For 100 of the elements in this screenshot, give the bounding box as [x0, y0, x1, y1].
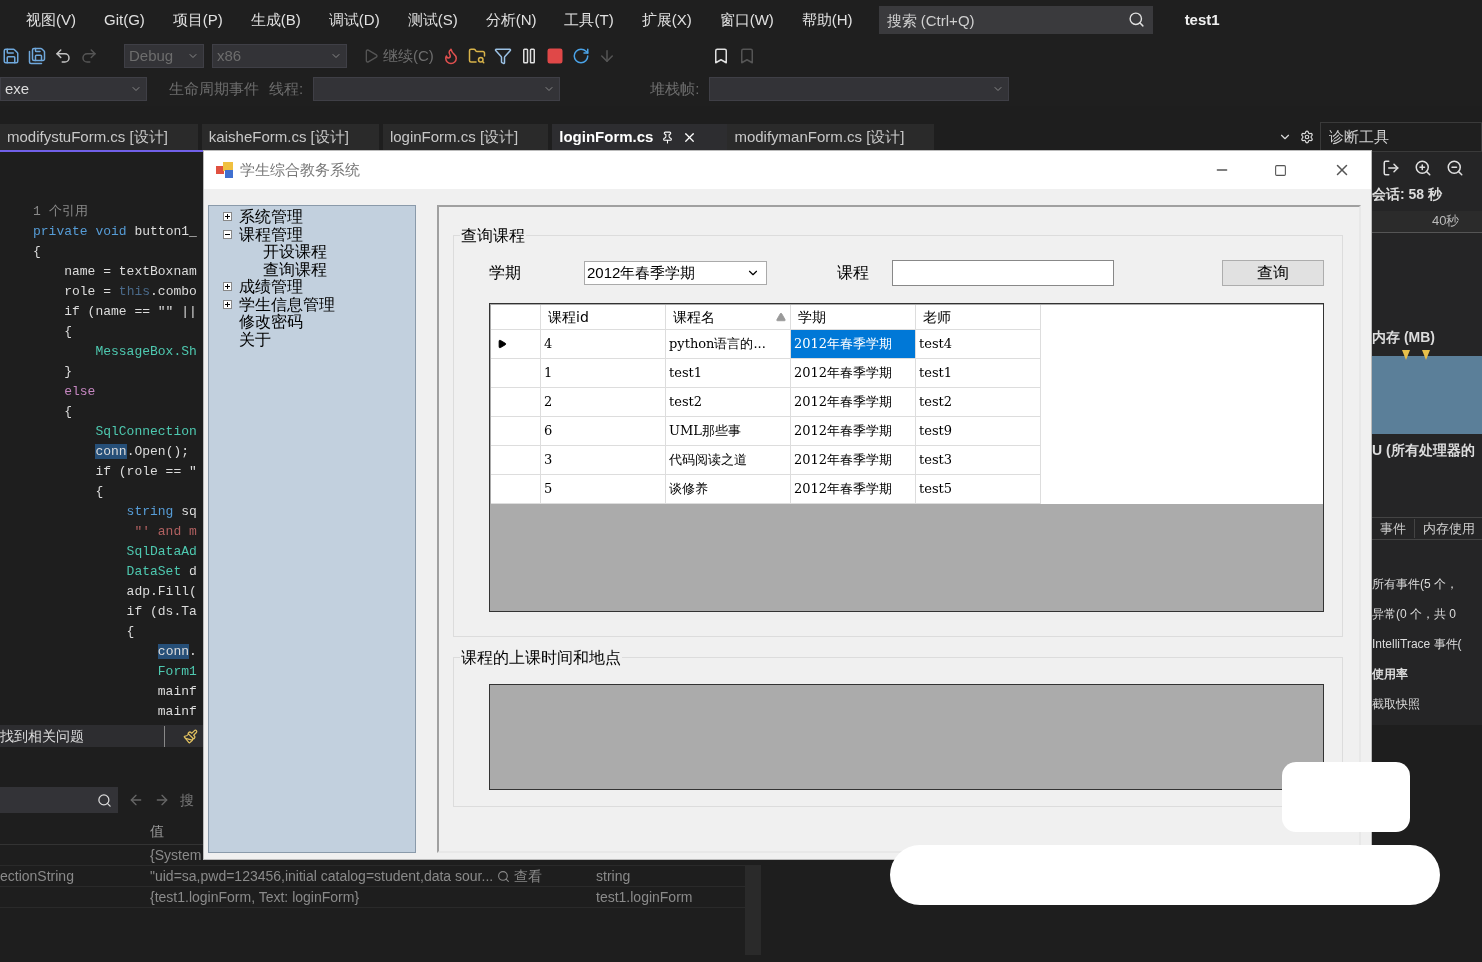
code-line: mainf	[156, 683, 197, 701]
search-icon[interactable]	[497, 869, 511, 883]
document-tab[interactable]: kaisheForm.cs [设计]	[201, 124, 379, 150]
tree-item[interactable]: 开设课程	[263, 243, 327, 260]
search-icon	[97, 792, 112, 808]
code-line: if (name == "" ||	[63, 303, 197, 321]
folder-search-icon[interactable]	[467, 47, 486, 65]
code-line: {	[63, 403, 72, 421]
code-line: Form1	[156, 663, 197, 681]
search-field[interactable]: 搜索 (Ctrl+Q)	[878, 6, 1153, 34]
term-dropdown[interactable]: 2012年春季学期	[584, 261, 767, 285]
view-link[interactable]: 查看	[514, 865, 543, 887]
menu-item[interactable]: 工具(T)	[564, 8, 614, 32]
save-icon[interactable]	[2, 47, 20, 65]
code-line: if (ds.Ta	[125, 603, 197, 621]
tree-item[interactable]: 系统管理	[239, 208, 303, 226]
table-cell[interactable]: 谈修养	[666, 475, 791, 504]
menu-item[interactable]: 调试(D)	[328, 8, 380, 32]
code-line: conn.Open();	[94, 443, 190, 461]
menu-item[interactable]: 帮助(H)	[801, 8, 853, 32]
maximize-icon[interactable]	[1274, 163, 1287, 177]
menu-item[interactable]: 扩展(X)	[641, 8, 692, 32]
document-tab[interactable]: loginForm.cs	[552, 124, 728, 150]
session-time: 会话: 58 秒	[1372, 184, 1442, 204]
broom-icon[interactable]	[183, 728, 198, 744]
code-line: SqlDataAd	[125, 543, 197, 561]
pin-icon[interactable]	[661, 130, 675, 144]
code-line: 1 个引用	[33, 203, 88, 221]
variable-type: string	[595, 866, 631, 886]
menu-item[interactable]: 测试(S)	[407, 8, 458, 32]
undo-icon[interactable]	[54, 47, 72, 65]
process-dropdown[interactable]: exe	[0, 77, 147, 101]
diagnostics-tab[interactable]: 内存使用	[1415, 518, 1482, 539]
back-icon[interactable]	[128, 792, 144, 808]
settings-icon[interactable]	[1300, 130, 1314, 144]
diagnostics-item[interactable]: IntelliTrace 事件(	[1372, 635, 1462, 666]
timeline-ruler: 40秒	[1372, 210, 1482, 234]
menu-item[interactable]: 生成(B)	[250, 8, 301, 32]
memory-title: 内存 (MB)	[1372, 327, 1435, 347]
zoom-out-icon[interactable]	[1446, 158, 1464, 177]
menu-item[interactable]: 视图(V)	[26, 8, 76, 32]
forward-icon[interactable]	[154, 792, 170, 808]
menu-item[interactable]: 项目(P)	[172, 8, 223, 32]
app-icon	[216, 162, 234, 178]
code-line: string sq	[125, 503, 197, 521]
table-cell[interactable]: 5	[541, 475, 666, 504]
stop-icon[interactable]	[545, 47, 564, 65]
collapse-icon[interactable]	[223, 229, 232, 239]
table-cell[interactable]: 2012年春季学期	[791, 475, 916, 504]
diagnostics-title: 诊断工具	[1320, 122, 1482, 152]
query-button[interactable]: 查询	[1222, 260, 1324, 286]
menu-item[interactable]: 窗口(W)	[719, 8, 774, 32]
code-line: conn.	[156, 643, 197, 661]
sort-ascending-icon	[776, 312, 786, 322]
menu-item[interactable]: 分析(N)	[485, 8, 537, 32]
tree-item[interactable]: 关于	[239, 330, 271, 348]
restart-icon[interactable]	[571, 47, 590, 65]
error-status: 找到相关问题	[0, 725, 165, 747]
diagnostics-item[interactable]: 使用率	[1372, 665, 1408, 696]
play-icon	[363, 48, 379, 64]
save-all-icon[interactable]	[28, 47, 46, 65]
variable-type: test1.loginForm	[595, 887, 693, 907]
code-line: }	[63, 363, 72, 381]
code-line: {	[94, 483, 104, 501]
document-tab[interactable]: modifymanForm.cs [设计]	[727, 124, 935, 150]
diagnostics-item[interactable]: 截取快照	[1372, 695, 1420, 725]
code-line: "' and m	[133, 523, 197, 541]
tree-item[interactable]: 修改密码	[239, 313, 303, 331]
code-line: if (role == "	[94, 463, 197, 481]
diagnostics-item[interactable]: 异常(0 个，共 0	[1372, 605, 1456, 636]
course-input[interactable]	[892, 260, 1114, 286]
autos-search-field[interactable]	[0, 787, 118, 813]
code-line: {	[33, 243, 41, 261]
search-icon	[1127, 11, 1145, 28]
code-line: mainf	[156, 703, 197, 721]
variable-value: {System	[150, 845, 202, 865]
diagnostics-item[interactable]: 所有事件(5 个，	[1372, 575, 1458, 606]
zoom-in-icon[interactable]	[1414, 158, 1432, 177]
tree-item[interactable]: 学生信息管理	[239, 295, 335, 313]
search-depth-label: 搜	[180, 790, 194, 810]
thread-label: 线程:	[269, 78, 304, 99]
code-line: MessageBox.Sh	[94, 343, 197, 361]
expand-icon[interactable]	[223, 282, 232, 292]
expand-icon[interactable]	[223, 212, 232, 222]
table-cell[interactable]: 2012年春季学期	[791, 330, 916, 359]
expand-icon[interactable]	[223, 299, 232, 309]
document-tab[interactable]: loginForm.cs [设计]	[382, 124, 549, 150]
course-label: 课程	[837, 263, 870, 283]
document-tab[interactable]: modifystuForm.cs [设计]	[0, 124, 198, 150]
code-line: else	[63, 383, 96, 401]
variable-value: "uid=sa,pwd=123456,initial catalog=student,data sour...	[150, 866, 494, 886]
menu-item[interactable]: Git(G)	[104, 8, 145, 32]
table-cell[interactable]: test5	[916, 475, 1041, 504]
code-line: name = textBoxnam	[63, 263, 197, 281]
tree-item[interactable]: 查询课程	[263, 260, 327, 278]
tree-item[interactable]: 课程管理	[239, 225, 303, 243]
export-icon[interactable]	[1382, 158, 1400, 177]
tree-item[interactable]: 成绩管理	[239, 278, 303, 296]
code-line: DataSet d	[125, 563, 197, 581]
variable-name: ectionString	[0, 867, 74, 884]
